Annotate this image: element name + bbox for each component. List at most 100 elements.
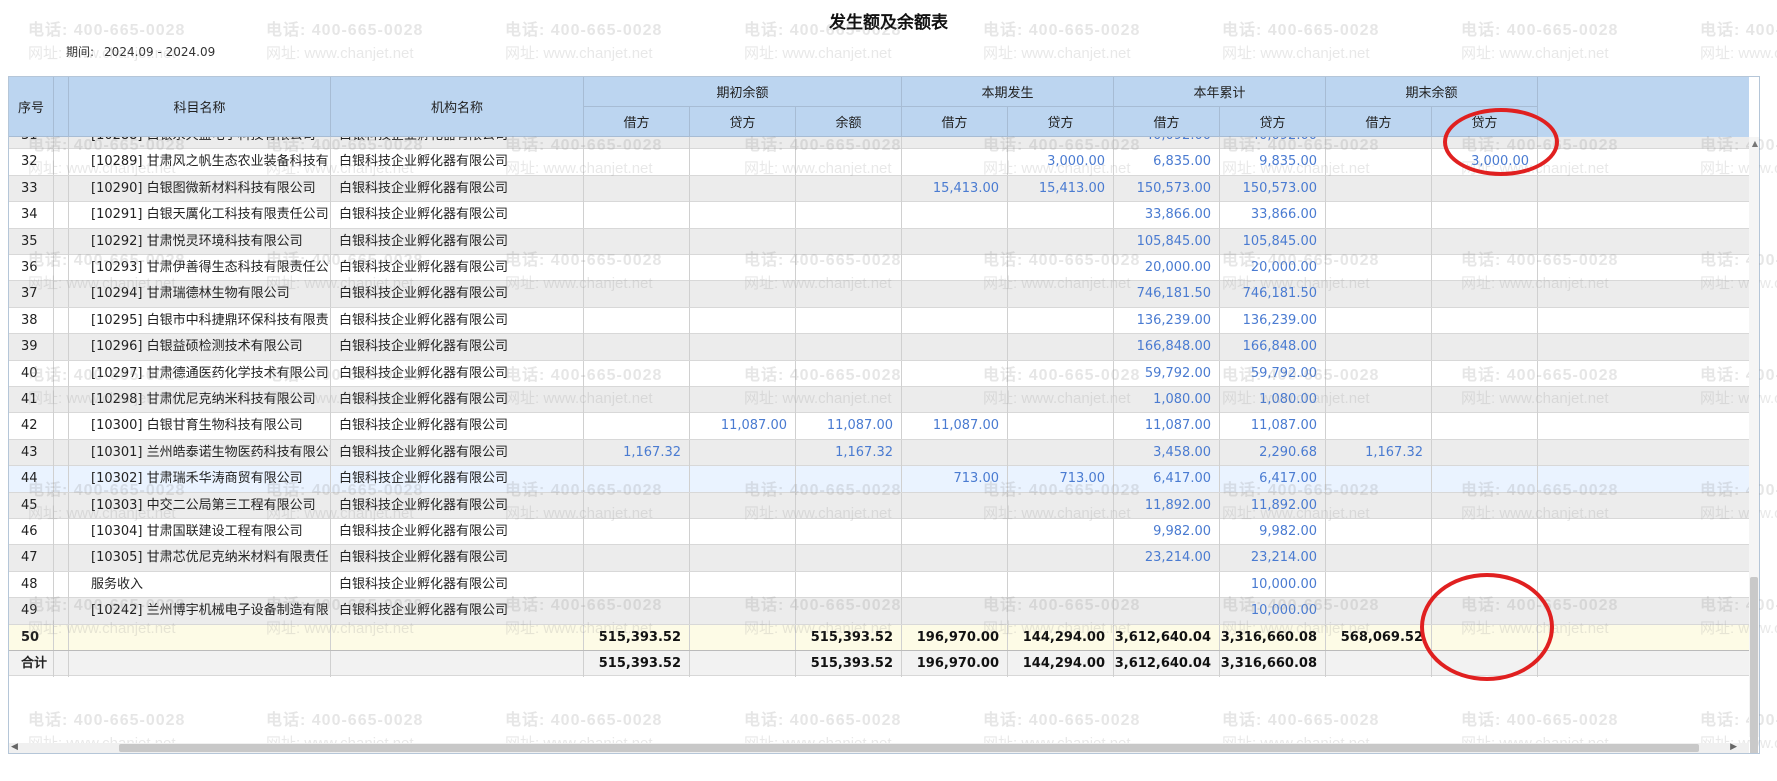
row-org[interactable]: 白银科技企业孵化器有限公司 <box>331 175 584 202</box>
row-org[interactable]: 白银科技企业孵化器有限公司 <box>331 360 584 387</box>
row-amount-7[interactable] <box>1326 228 1432 255</box>
row-amount-7[interactable] <box>1326 360 1432 387</box>
row-subject[interactable]: [10303] 中交二公局第三工程有限公司 <box>69 492 331 519</box>
row-amount-3[interactable] <box>902 334 1008 361</box>
row-amount-3[interactable]: 196,970.00 <box>902 651 1008 677</box>
col-group-header-2[interactable]: 本年累计 <box>1114 77 1326 107</box>
row-amount-8[interactable] <box>1432 598 1538 625</box>
row-amount-5[interactable]: 3,612,640.04 <box>1114 624 1220 651</box>
row-subject[interactable]: [10302] 甘肃瑞禾华涛商贸有限公司 <box>69 466 331 493</box>
col-subheader-2[interactable]: 余额 <box>796 107 902 137</box>
row-subject[interactable]: [10295] 白银市中科捷鼎环保科技有限责... <box>69 307 331 334</box>
horizontal-scrollbar[interactable]: ◀ ▶ <box>9 742 1749 753</box>
row-amount-4[interactable] <box>1008 281 1114 308</box>
row-amount-1[interactable] <box>690 624 796 651</box>
row-amount-4[interactable] <box>1008 413 1114 440</box>
row-amount-2[interactable] <box>796 228 902 255</box>
row-amount-5[interactable]: 150,573.00 <box>1114 175 1220 202</box>
row-amount-7[interactable] <box>1326 149 1432 176</box>
row-amount-3[interactable] <box>902 255 1008 281</box>
row-amount-8[interactable] <box>1432 519 1538 545</box>
row-amount-4[interactable]: 144,294.00 <box>1008 651 1114 677</box>
row-amount-2[interactable] <box>796 202 902 229</box>
row-org[interactable]: 白银科技企业孵化器有限公司 <box>331 255 584 281</box>
col-subheader-3[interactable]: 借方 <box>902 107 1008 137</box>
row-amount-0[interactable] <box>584 175 690 202</box>
row-amount-4[interactable] <box>1008 307 1114 334</box>
row-amount-7[interactable] <box>1326 492 1432 519</box>
row-amount-6[interactable]: 23,214.00 <box>1220 545 1326 572</box>
row-amount-4[interactable]: 144,294.00 <box>1008 624 1114 651</box>
row-subject[interactable]: [10297] 甘肃德通医药化学技术有限公司 <box>69 360 331 387</box>
row-amount-7[interactable]: 568,069.52 <box>1326 624 1432 651</box>
row-amount-5[interactable]: 6,835.00 <box>1114 149 1220 176</box>
row-amount-0[interactable] <box>584 545 690 572</box>
row-amount-0[interactable] <box>584 228 690 255</box>
row-amount-0[interactable] <box>584 598 690 625</box>
row-amount-3[interactable] <box>902 228 1008 255</box>
col-header-index[interactable]: 序号 <box>9 77 54 137</box>
table-row[interactable]: 36 [10293] 甘肃伊善得生态科技有限责任公司 白银科技企业孵化器有限公司 20… <box>9 255 1749 282</box>
row-amount-6[interactable]: 33,866.00 <box>1220 202 1326 229</box>
row-amount-3[interactable] <box>902 360 1008 387</box>
table-row[interactable]: 50 515,393.52 515,393.52 196,970.00 144,294.… <box>9 624 1749 651</box>
table-row[interactable]: 35 [10292] 甘肃悦灵环境科技有限公司 白银科技企业孵化器有限公司 105,8… <box>9 228 1749 255</box>
row-amount-7[interactable] <box>1326 571 1432 598</box>
table-row[interactable]: 43 [10301] 兰州皓泰诺生物医药科技有限公司 白银科技企业孵化器有限公司 1,… <box>9 439 1749 467</box>
row-amount-8[interactable] <box>1432 281 1538 308</box>
row-amount-5[interactable]: 3,458.00 <box>1114 439 1220 466</box>
row-amount-7[interactable]: 1,167.32 <box>1326 439 1432 466</box>
row-amount-8[interactable] <box>1432 413 1538 440</box>
row-amount-4[interactable] <box>1008 360 1114 387</box>
row-amount-3[interactable]: 196,970.00 <box>902 624 1008 651</box>
row-amount-3[interactable] <box>902 281 1008 308</box>
row-amount-5[interactable]: 166,848.00 <box>1114 334 1220 361</box>
row-amount-3[interactable] <box>902 571 1008 598</box>
row-amount-6[interactable]: 11,892.00 <box>1220 492 1326 519</box>
row-amount-3[interactable]: 11,087.00 <box>902 413 1008 440</box>
row-amount-7[interactable] <box>1326 651 1432 677</box>
row-amount-1[interactable]: 11,087.00 <box>690 413 796 440</box>
row-amount-4[interactable] <box>1008 228 1114 255</box>
row-amount-4[interactable] <box>1008 492 1114 519</box>
table-row[interactable]: 39 [10296] 白银益硕检测技术有限公司 白银科技企业孵化器有限公司 166,8… <box>9 334 1749 361</box>
row-subject[interactable]: [10289] 甘肃风之帆生态农业装备科技有... <box>69 149 331 176</box>
row-amount-7[interactable] <box>1326 175 1432 202</box>
row-amount-7[interactable] <box>1326 387 1432 413</box>
col-subheader-6[interactable]: 贷方 <box>1220 107 1326 137</box>
row-subject[interactable]: [10305] 甘肃芯优尼克纳米材料有限责任... <box>69 545 331 572</box>
col-subheader-0[interactable]: 借方 <box>584 107 690 137</box>
row-amount-6[interactable]: 1,080.00 <box>1220 387 1326 413</box>
horizontal-scroll-thumb[interactable] <box>119 744 1699 752</box>
row-amount-3[interactable] <box>902 149 1008 176</box>
row-org[interactable]: 白银科技企业孵化器有限公司 <box>331 466 584 493</box>
row-amount-3[interactable] <box>902 307 1008 334</box>
row-org[interactable]: 白银科技企业孵化器有限公司 <box>331 413 584 440</box>
row-amount-6[interactable]: 105,845.00 <box>1220 228 1326 255</box>
row-org[interactable]: 白银科技企业孵化器有限公司 <box>331 545 584 572</box>
row-amount-0[interactable] <box>584 149 690 176</box>
table-row[interactable]: 47 [10305] 甘肃芯优尼克纳米材料有限责任... 白银科技企业孵化器有限公司… <box>9 545 1749 572</box>
row-amount-4[interactable] <box>1008 202 1114 229</box>
row-amount-0[interactable]: 515,393.52 <box>584 651 690 677</box>
row-amount-4[interactable] <box>1008 439 1114 466</box>
row-subject[interactable]: [10242] 兰州博宇机械电子设备制造有限... <box>69 598 331 625</box>
row-amount-6[interactable]: 150,573.00 <box>1220 175 1326 202</box>
row-subject[interactable]: 服务收入 <box>69 571 331 598</box>
row-org[interactable]: 白银科技企业孵化器有限公司 <box>331 228 584 255</box>
row-org[interactable]: 白银科技企业孵化器有限公司 <box>331 492 584 519</box>
row-amount-5[interactable]: 11,087.00 <box>1114 413 1220 440</box>
row-amount-2[interactable] <box>796 360 902 387</box>
row-amount-4[interactable]: 15,413.00 <box>1008 175 1114 202</box>
row-amount-6[interactable]: 3,316,660.08 <box>1220 651 1326 677</box>
row-amount-7[interactable] <box>1326 307 1432 334</box>
row-amount-5[interactable] <box>1114 571 1220 598</box>
row-amount-4[interactable]: 3,000.00 <box>1008 149 1114 176</box>
table-row[interactable]: 33 [10290] 白银图微新材料科技有限公司 白银科技企业孵化器有限公司 15,4… <box>9 175 1749 203</box>
scroll-right-icon[interactable]: ▶ <box>1730 742 1737 752</box>
row-org[interactable]: 白银科技企业孵化器有限公司 <box>331 281 584 308</box>
table-row[interactable]: 34 [10291] 白银天厲化工科技有限责任公司 白银科技企业孵化器有限公司 33,… <box>9 202 1749 229</box>
row-amount-1[interactable] <box>690 281 796 308</box>
row-amount-5[interactable]: 1,080.00 <box>1114 387 1220 413</box>
row-amount-3[interactable] <box>902 387 1008 413</box>
